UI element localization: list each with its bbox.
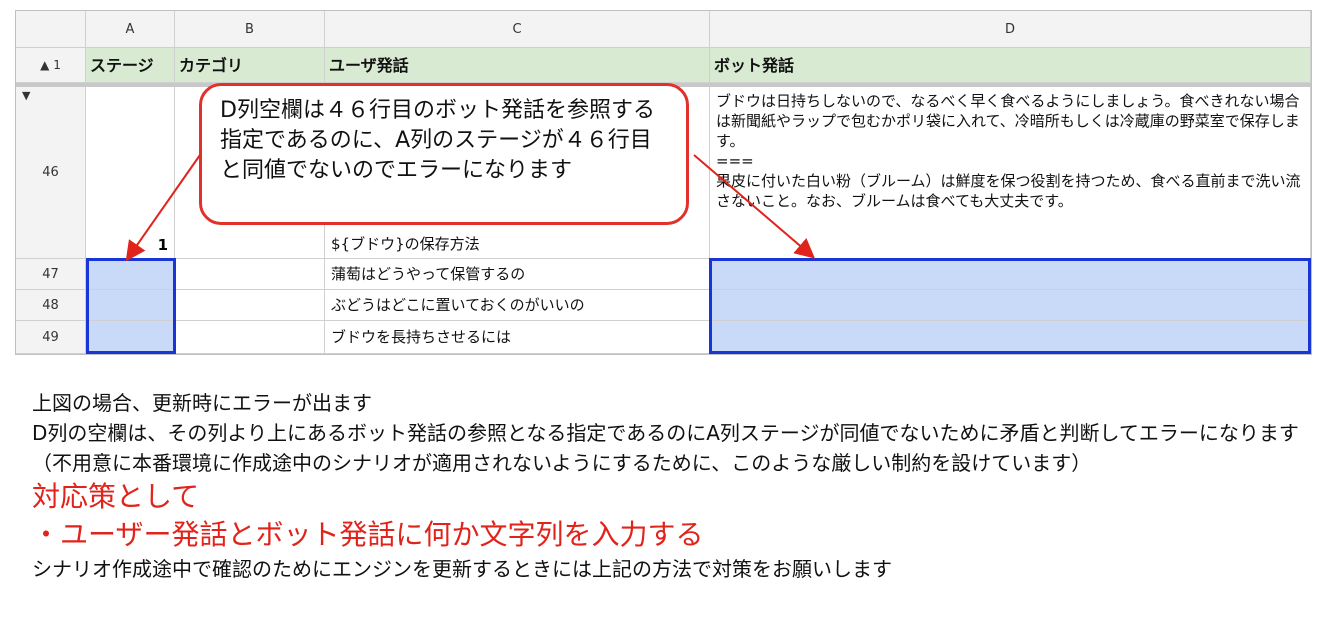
arrow-to-column-d bbox=[693, 154, 816, 259]
arrow-to-column-a bbox=[125, 154, 201, 262]
callout-arrows bbox=[125, 154, 816, 262]
